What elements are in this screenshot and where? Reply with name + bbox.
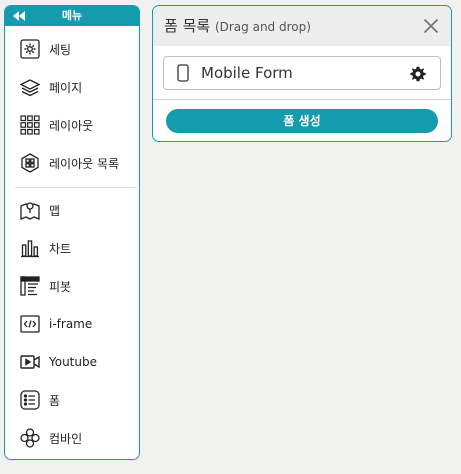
sidebar-item-label: Youtube bbox=[49, 355, 97, 369]
sidebar-item-label: 세팅 bbox=[49, 42, 72, 57]
form-item-label: Mobile Form bbox=[201, 64, 293, 82]
sidebar-item-layout-list[interactable]: 레이아웃 목록 bbox=[19, 151, 119, 175]
sidebar-item-layout[interactable]: 레이아웃 bbox=[19, 113, 93, 137]
panel-header: 폼 목록 (Drag and drop) bbox=[153, 6, 451, 46]
sidebar-title: 메뉴 bbox=[61, 9, 83, 22]
create-form-button[interactable]: 폼 생성 bbox=[166, 109, 438, 133]
sidebar-item-map[interactable]: 맵 bbox=[19, 198, 60, 222]
panel-title: 폼 목록 bbox=[164, 17, 211, 35]
panel-subtitle: (Drag and drop) bbox=[214, 20, 311, 34]
gear-icon[interactable] bbox=[410, 66, 426, 82]
layers-icon bbox=[19, 76, 41, 98]
sidebar-item-label: 레이아웃 bbox=[49, 118, 94, 133]
sidebar-menu: 메뉴 세팅 페이지 레이아웃 레이아웃 목록 맵 차트 피봇 i-frame Y… bbox=[4, 5, 140, 460]
sidebar-item-form[interactable]: 폼 bbox=[19, 388, 60, 412]
sidebar-item-settings[interactable]: 세팅 bbox=[19, 37, 71, 61]
map-icon bbox=[19, 199, 41, 221]
sidebar-item-label: 차트 bbox=[49, 241, 72, 256]
sidebar-item-label: 컴바인 bbox=[49, 431, 83, 446]
sidebar-item-iframe[interactable]: i-frame bbox=[19, 312, 92, 336]
sidebar-item-chart[interactable]: 차트 bbox=[19, 236, 71, 260]
sidebar-item-pages[interactable]: 페이지 bbox=[19, 75, 82, 99]
sidebar-item-pivot[interactable]: 피봇 bbox=[19, 274, 71, 298]
gear-icon bbox=[19, 38, 41, 60]
code-icon bbox=[19, 313, 41, 335]
pivot-icon bbox=[19, 275, 41, 297]
sidebar-item-label: 페이지 bbox=[49, 80, 83, 95]
grid-icon bbox=[19, 114, 41, 136]
combine-icon bbox=[19, 427, 41, 449]
bar-chart-icon bbox=[19, 237, 41, 259]
sidebar-item-label: 맵 bbox=[49, 203, 61, 218]
sidebar-item-label: 레이아웃 목록 bbox=[49, 156, 120, 171]
hexagon-grid-icon bbox=[19, 152, 41, 174]
collapse-icon[interactable] bbox=[12, 10, 26, 22]
sidebar-item-label: i-frame bbox=[49, 317, 93, 331]
sidebar-item-youtube[interactable]: Youtube bbox=[19, 350, 97, 374]
video-icon bbox=[19, 351, 41, 373]
mobile-icon bbox=[177, 64, 189, 82]
sidebar-item-label: 피봇 bbox=[49, 279, 72, 294]
list-icon bbox=[19, 389, 41, 411]
sidebar-header: 메뉴 bbox=[5, 6, 139, 26]
close-icon[interactable] bbox=[423, 18, 439, 34]
sidebar-item-combine[interactable]: 컴바인 bbox=[19, 426, 82, 450]
divider bbox=[153, 99, 451, 100]
sidebar-item-label: 폼 bbox=[49, 393, 61, 408]
divider bbox=[15, 187, 137, 188]
form-list-panel: 폼 목록 (Drag and drop) Mobile Form 폼 생성 bbox=[152, 5, 452, 142]
form-list-item[interactable]: Mobile Form bbox=[163, 56, 441, 90]
